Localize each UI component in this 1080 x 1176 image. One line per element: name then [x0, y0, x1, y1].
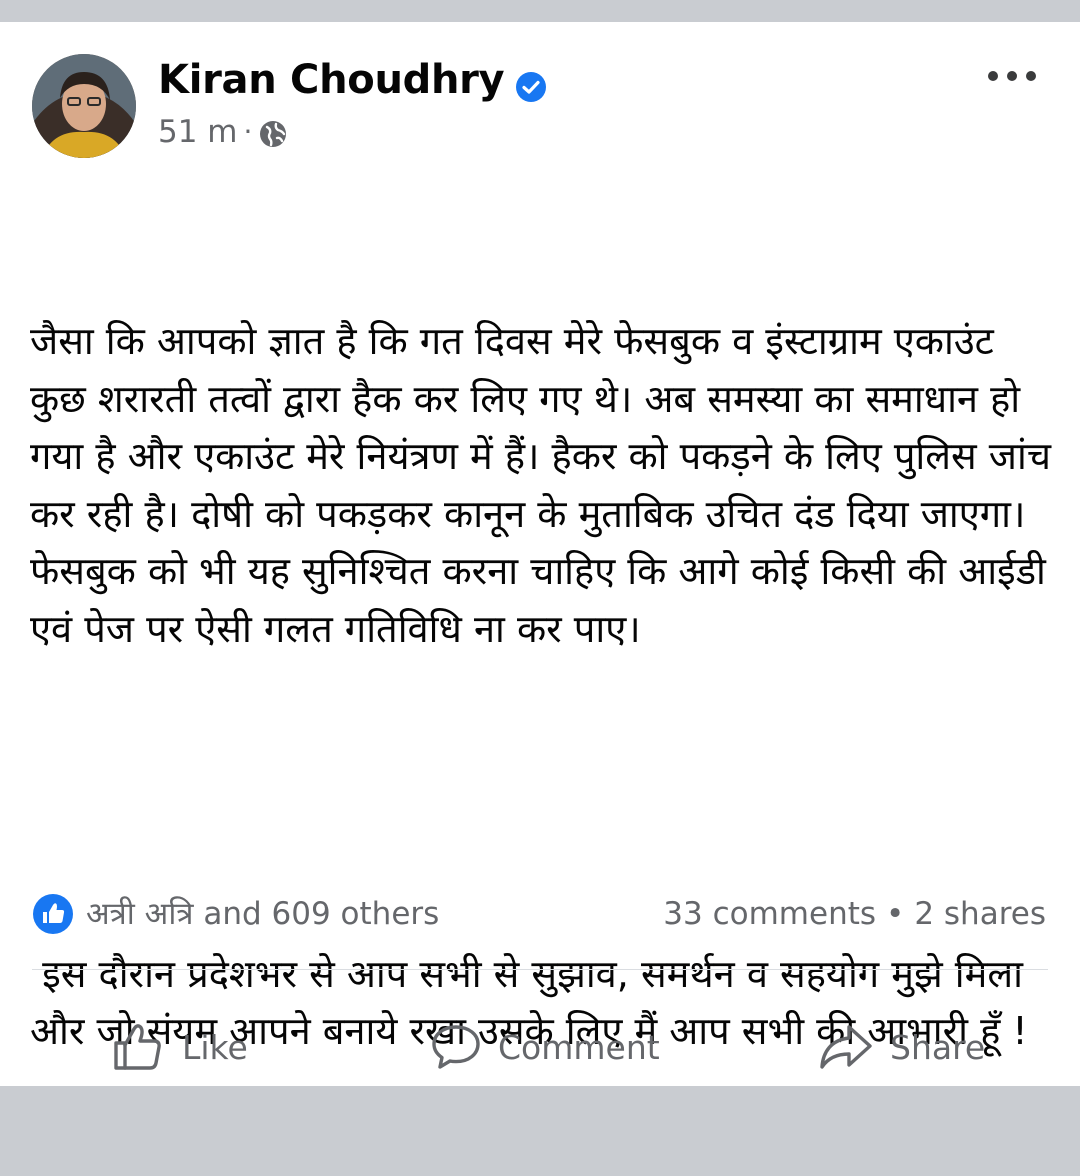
avatar-image — [32, 54, 136, 158]
comment-label: Comment — [498, 1027, 660, 1067]
reactions-text[interactable]: अत्री अत्रि and 609 others — [86, 892, 439, 936]
author-header[interactable]: Kiran Choudhry — [158, 52, 548, 108]
share-button[interactable]: Share — [818, 1007, 985, 1087]
engagement-counts: 33 comments • 2 shares — [663, 892, 1046, 936]
thumbs-up-outline-icon — [114, 1024, 161, 1070]
more-options-icon[interactable] — [988, 58, 1036, 94]
like-reaction-icon — [32, 893, 74, 935]
like-button[interactable]: Like — [110, 1007, 248, 1087]
post-meta: 51 m · — [158, 110, 288, 154]
reactions-summary[interactable]: अत्री अत्रि and 609 others — [32, 892, 439, 936]
share-label: Share — [890, 1027, 986, 1067]
post-paragraph-1: जैसा कि आपको ज्ञात है कि गत दिवस मेरे फे… — [30, 319, 1064, 651]
speech-bubble-icon — [432, 1025, 480, 1069]
like-label: Like — [182, 1027, 248, 1067]
action-bar: Like Comment Share — [0, 1007, 1080, 1087]
meta-separator: · — [243, 115, 253, 148]
share-arrow-icon — [820, 1025, 872, 1069]
shares-count[interactable]: 2 shares — [914, 892, 1046, 936]
comment-button[interactable]: Comment — [430, 1007, 660, 1087]
post-time[interactable]: 51 m — [158, 110, 238, 154]
counts-separator: • — [886, 896, 905, 932]
comments-count[interactable]: 33 comments — [663, 892, 876, 936]
divider — [32, 969, 1048, 970]
verified-badge-icon — [514, 63, 548, 102]
globe-icon[interactable] — [258, 117, 288, 147]
post-card: Kiran Choudhry 51 m · जैसा कि आपको ज्ञात… — [0, 22, 1080, 1086]
avatar[interactable] — [32, 54, 136, 158]
author-name[interactable]: Kiran Choudhry — [158, 52, 505, 108]
